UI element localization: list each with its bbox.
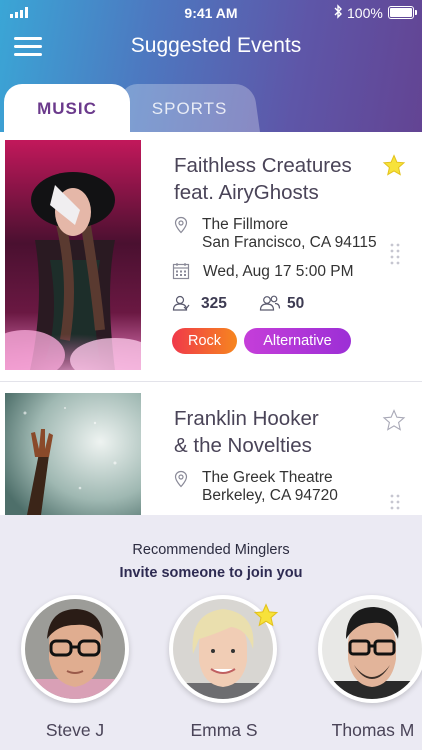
event-title-line: Faithless Creatures xyxy=(174,154,352,177)
venue-address: The Fillmore San Francisco, CA 94115 xyxy=(202,216,377,252)
mingler-name: Steve J xyxy=(45,720,105,740)
attendee-count: 325 xyxy=(201,295,227,312)
genre-tag-rock[interactable]: Rock xyxy=(172,328,237,354)
mingler-name: Thomas M xyxy=(331,720,415,740)
battery-icon xyxy=(388,6,417,19)
friends-count: 50 xyxy=(287,295,305,312)
mingler-name: Emma S xyxy=(190,720,258,740)
drag-handle-icon[interactable] xyxy=(389,242,403,270)
tab-sports[interactable]: SPORTS xyxy=(119,84,260,132)
venue-address: The Greek Theatre Berkeley, CA 94720 xyxy=(202,469,338,505)
event-title-line: Franklin Hooker xyxy=(174,407,319,430)
tab-music-label: MUSIC xyxy=(37,99,97,118)
event-title-line: feat. AiryGhosts xyxy=(174,181,319,204)
star-icon[interactable] xyxy=(382,154,406,178)
minglers-heading: Recommended Minglers xyxy=(132,542,290,558)
venue-name: The Fillmore xyxy=(202,216,289,233)
friends-icon xyxy=(259,295,281,311)
genre-tag-alternative[interactable]: Alternative xyxy=(244,328,351,354)
tab-music[interactable]: MUSIC xyxy=(4,84,130,132)
tab-sports-label: SPORTS xyxy=(151,99,228,118)
event-title: Faithless Creatures feat. AiryGhosts xyxy=(174,152,374,206)
status-bar: 9:41 AM 100% xyxy=(0,0,422,26)
calendar-icon xyxy=(172,263,190,280)
event-image xyxy=(5,393,141,515)
event-title-line: & the Novelties xyxy=(174,434,312,457)
venue-city: San Francisco, CA 94115 xyxy=(202,234,377,251)
venue-name: The Greek Theatre xyxy=(202,469,333,486)
location-pin-icon xyxy=(174,470,188,488)
star-icon[interactable] xyxy=(253,603,279,629)
bluetooth-icon xyxy=(333,4,343,22)
location-pin-icon xyxy=(174,216,188,234)
recommended-minglers-panel: Recommended Minglers Invite someone to j… xyxy=(0,515,422,750)
event-date: Wed, Aug 17 5:00 PM xyxy=(203,263,354,280)
event-card[interactable]: Franklin Hooker & the Novelties The Gree… xyxy=(0,383,422,515)
event-title: Franklin Hooker & the Novelties xyxy=(174,405,374,459)
minglers-subheading: Invite someone to join you xyxy=(119,565,303,581)
venue-city: Berkeley, CA 94720 xyxy=(202,487,338,504)
avatar[interactable] xyxy=(21,595,129,703)
avatar-photo xyxy=(25,599,125,699)
event-card[interactable]: Faithless Creatures feat. AiryGhosts The… xyxy=(0,132,422,382)
star-outline-icon[interactable] xyxy=(382,409,406,433)
battery-percent: 100% xyxy=(347,5,383,21)
page-title: Suggested Events xyxy=(130,34,302,57)
attendee-icon xyxy=(172,295,190,311)
app-header: 9:41 AM 100% Suggested Events SPORTS MUS… xyxy=(0,0,422,132)
avatar[interactable] xyxy=(318,595,422,703)
avatar-photo xyxy=(322,599,422,699)
event-image xyxy=(5,140,141,370)
drag-handle-icon[interactable] xyxy=(389,493,403,515)
